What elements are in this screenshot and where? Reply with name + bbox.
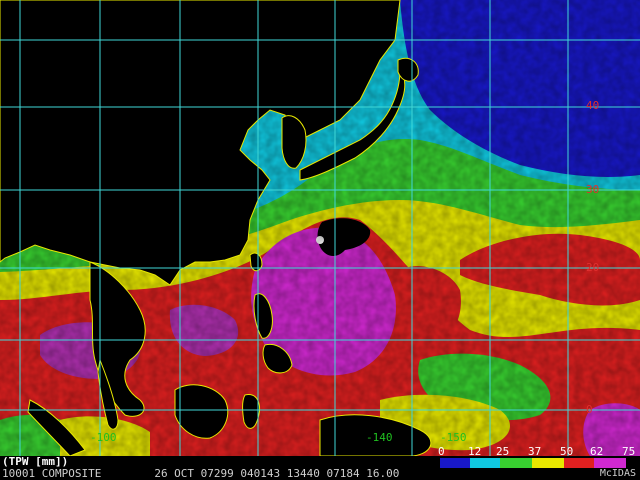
tpw-map: [0, 0, 640, 456]
scale-tick-62: 62: [590, 445, 604, 458]
hokkaido: [397, 57, 419, 82]
scale-swatch-2: [470, 458, 500, 468]
scale-swatch-5: [564, 458, 594, 468]
tpw-color-scale: 0 12 25 37 50 62 75: [436, 446, 640, 468]
lat-label-40: 40: [586, 99, 600, 112]
scale-swatch-6: [594, 458, 626, 468]
scale-swatch-1: [440, 458, 470, 468]
scale-swatch-4: [532, 458, 564, 468]
satellite-image-panel: 40 30 20 0 -100 -140 -150 0 12 25 37 50 …: [0, 0, 640, 480]
lon-label-150: -150: [440, 431, 467, 444]
lon-label-100: -100: [90, 431, 117, 444]
scale-swatch-3: [500, 458, 532, 468]
scale-tick-50: 50: [560, 445, 574, 458]
scale-tick-37: 37: [528, 445, 542, 458]
image-info-bar: 10001 COMPOSITE 26 OCT 07299 040143 1344…: [0, 468, 640, 480]
scale-tick-25: 25: [496, 445, 510, 458]
lat-label-30: 30: [586, 183, 600, 196]
scale-tick-12: 12: [468, 445, 482, 458]
lon-label-140: -140: [366, 431, 393, 444]
lat-label-0: 0: [586, 403, 593, 416]
source-label: McIDAS: [599, 468, 636, 479]
image-info-text: 10001 COMPOSITE 26 OCT 07299 040143 1344…: [2, 467, 400, 480]
scale-tick-75: 75: [622, 445, 636, 458]
lat-label-20: 20: [586, 261, 600, 274]
